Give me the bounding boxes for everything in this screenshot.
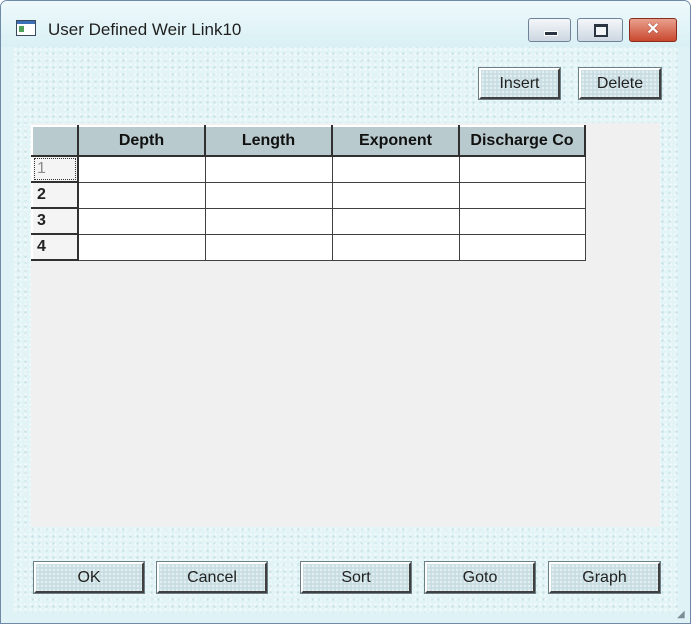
window-app-icon[interactable] (16, 20, 36, 36)
grid-header-row: Depth Length Exponent Discharge Co (31, 125, 586, 157)
grid-cell-discharge-coefficient[interactable] (458, 233, 586, 261)
grid-cell-depth[interactable] (77, 181, 206, 209)
table-row: 4 (31, 233, 586, 261)
insert-button[interactable]: Insert (478, 67, 561, 100)
cancel-button[interactable]: Cancel (156, 561, 268, 594)
grid-cell-length[interactable] (204, 233, 333, 261)
grid-cell-exponent[interactable] (331, 207, 460, 235)
goto-button[interactable]: Goto (424, 561, 536, 594)
close-button[interactable]: ✕ (629, 18, 677, 42)
grid-cell-depth[interactable] (77, 233, 206, 261)
grid-cell-depth[interactable] (77, 207, 206, 235)
table-row: 2 (31, 181, 586, 209)
close-icon: ✕ (646, 21, 660, 38)
grid-cell-length[interactable] (204, 207, 333, 235)
column-header-length[interactable]: Length (204, 125, 333, 157)
row-header[interactable]: 3 (31, 207, 79, 235)
delete-button[interactable]: Delete (578, 67, 662, 100)
column-header-exponent[interactable]: Exponent (331, 125, 460, 157)
minimize-button[interactable] (528, 18, 571, 42)
column-header-discharge-coefficient[interactable]: Discharge Co (458, 125, 586, 157)
grid-cell-length[interactable] (204, 181, 333, 209)
row-header[interactable]: 4 (31, 233, 79, 261)
row-header[interactable]: 1 (31, 155, 79, 183)
grid-cell-discharge-coefficient[interactable] (458, 155, 586, 183)
maximize-icon (594, 24, 608, 37)
grid-cell-exponent[interactable] (331, 233, 460, 261)
grid-cell-exponent[interactable] (331, 181, 460, 209)
weir-data-grid: Depth Length Exponent Discharge Co 1 2 3 (31, 125, 586, 261)
ok-button[interactable]: OK (33, 561, 145, 594)
grid-cell-length[interactable] (204, 155, 333, 183)
table-row: 3 (31, 207, 586, 235)
grid-cell-depth[interactable] (77, 155, 206, 183)
grid-cell-discharge-coefficient[interactable] (458, 207, 586, 235)
grid-cell-discharge-coefficient[interactable] (458, 181, 586, 209)
grid-cell-exponent[interactable] (331, 155, 460, 183)
title-bar[interactable]: User Defined Weir Link10 ✕ (1, 1, 690, 47)
graph-button[interactable]: Graph (548, 561, 661, 594)
table-row: 1 (31, 155, 586, 183)
resize-grip-icon[interactable]: ◢ (677, 610, 687, 620)
column-header-depth[interactable]: Depth (77, 125, 206, 157)
window-title: User Defined Weir Link10 (48, 20, 242, 39)
grid-corner-cell[interactable] (31, 125, 79, 157)
row-header[interactable]: 2 (31, 181, 79, 209)
minimize-icon (544, 31, 558, 36)
sort-button[interactable]: Sort (300, 561, 412, 594)
maximize-button[interactable] (577, 18, 623, 42)
